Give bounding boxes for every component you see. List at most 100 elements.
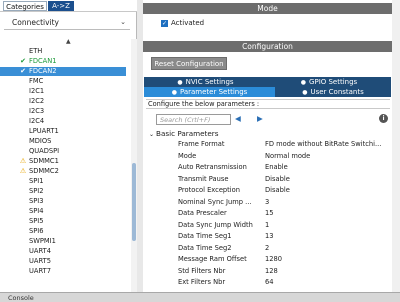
parameter-name: Ext Filters Nbr xyxy=(178,278,226,286)
peripheral-list-scrollbar[interactable] xyxy=(131,39,137,292)
parameter-value[interactable]: 15 xyxy=(265,209,390,217)
peripheral-item[interactable]: ✔ FDCAN1 xyxy=(0,57,126,66)
tab-atoz[interactable]: A->Z xyxy=(48,1,74,11)
parameter-value[interactable]: Disable xyxy=(265,175,390,183)
peripheral-item[interactable]: UART7 xyxy=(0,267,126,276)
parameter-value[interactable]: Normal mode xyxy=(265,152,390,160)
parameter-value[interactable]: 3 xyxy=(265,198,390,206)
peripheral-item[interactable]: SPI2 xyxy=(0,187,126,196)
console-tab[interactable]: Console xyxy=(8,294,34,302)
info-icon[interactable]: i xyxy=(379,114,388,123)
peripheral-label: UART5 xyxy=(29,257,51,265)
search-next-icon[interactable]: ▶ xyxy=(257,114,263,123)
parameter-value[interactable]: FD mode without BitRate Switchi... xyxy=(265,140,390,148)
parameter-row[interactable]: Ext Filters Nbr 64 xyxy=(143,277,392,288)
peripheral-label: UART7 xyxy=(29,267,51,275)
configuration-panel: Mode ✓ Activated Configuration Reset Con… xyxy=(143,0,392,292)
peripheral-item[interactable]: SPI1 xyxy=(0,177,126,186)
warning-icon: ⚠ xyxy=(19,167,27,175)
peripheral-label: I2C1 xyxy=(29,87,45,95)
peripheral-item[interactable]: ✔ FDCAN2 xyxy=(0,67,126,76)
configuration-section-header: Configuration xyxy=(143,41,392,52)
peripheral-item[interactable]: SWPMI1 xyxy=(0,237,126,246)
peripheral-label: SPI1 xyxy=(29,177,44,185)
parameter-name: Data Time Seg1 xyxy=(178,232,232,240)
parameter-row[interactable]: Nominal Sync Jump ... 3 xyxy=(143,197,392,208)
mode-section-header: Mode xyxy=(143,3,392,14)
parameter-name: Data Time Seg2 xyxy=(178,243,232,252)
parameter-name: Transmit Pause xyxy=(178,174,229,183)
peripheral-label: SWPMI1 xyxy=(29,237,56,245)
parameter-value[interactable]: 1280 xyxy=(265,255,390,263)
peripheral-item[interactable]: SPI4 xyxy=(0,207,126,216)
chevron-down-icon: ⌄ xyxy=(120,18,126,26)
peripheral-label: FDCAN2 xyxy=(29,67,57,75)
peripheral-item[interactable]: UART5 xyxy=(0,257,126,266)
peripheral-label: FDCAN1 xyxy=(29,57,57,65)
scrollbar-thumb[interactable] xyxy=(132,163,136,241)
peripheral-item[interactable]: LPUART1 xyxy=(0,127,126,136)
parameter-row[interactable]: Data Time Seg1 13 xyxy=(143,231,392,242)
parameter-value[interactable]: 2 xyxy=(265,244,390,252)
peripheral-label: UART4 xyxy=(29,247,51,255)
peripheral-label: ETH xyxy=(29,47,43,55)
parameter-value[interactable]: Enable xyxy=(265,163,390,171)
peripheral-item[interactable]: FMC xyxy=(0,77,126,86)
parameter-row[interactable]: Message Ram Offset 1280 xyxy=(143,254,392,265)
peripheral-label: LPUART1 xyxy=(29,127,59,135)
peripheral-item[interactable]: SPI3 xyxy=(0,197,126,206)
reset-configuration-button[interactable]: Reset Configuration xyxy=(151,57,227,70)
tab-gpio-settings[interactable]: ● GPIO Settings xyxy=(267,77,391,87)
parameter-value[interactable]: 13 xyxy=(265,232,390,240)
peripheral-item[interactable]: I2C4 xyxy=(0,117,126,126)
tab-gpio-label: GPIO Settings xyxy=(309,78,358,86)
tab-user-constants-label: User Constants xyxy=(310,88,364,96)
parameter-name: Data Sync Jump Width xyxy=(178,220,253,229)
parameter-value[interactable]: 128 xyxy=(265,267,390,275)
parameter-name: Message Ram Offset xyxy=(178,255,247,263)
tab-categories[interactable]: Categories xyxy=(3,1,47,11)
peripheral-item[interactable]: I2C2 xyxy=(0,97,126,106)
parameter-search-input[interactable]: Search (Crtl+F) xyxy=(156,114,231,125)
tab-nvic-settings[interactable]: ● NVIC Settings xyxy=(144,77,267,87)
parameter-row[interactable]: Mode Normal mode xyxy=(143,151,392,162)
category-dropdown[interactable]: Connectivity ⌄ xyxy=(4,16,130,30)
peripheral-item[interactable]: ⚠ SDMMC2 xyxy=(0,167,126,176)
parameter-row[interactable]: Auto Retransmission Enable xyxy=(143,162,392,173)
tab-parameter-settings[interactable]: ● Parameter Settings xyxy=(144,87,275,97)
peripheral-label: SPI6 xyxy=(29,227,44,235)
parameter-value[interactable]: 1 xyxy=(265,221,390,229)
configuration-scrollbar[interactable] xyxy=(392,0,400,292)
parameter-name: Mode xyxy=(178,151,197,160)
parameter-name: Frame Format xyxy=(178,140,225,148)
search-previous-icon[interactable]: ◀ xyxy=(235,114,241,123)
peripheral-label: I2C2 xyxy=(29,97,45,105)
console-bar: Console xyxy=(0,292,400,302)
peripheral-label: SPI3 xyxy=(29,197,44,205)
peripheral-item[interactable]: SPI6 xyxy=(0,227,126,236)
check-icon: ✔ xyxy=(20,57,26,65)
parameter-row[interactable]: Data Time Seg2 2 xyxy=(143,243,392,254)
peripheral-item[interactable]: I2C1 xyxy=(0,87,126,96)
parameter-row[interactable]: Transmit Pause Disable xyxy=(143,174,392,185)
parameter-row[interactable]: Data Prescaler 15 xyxy=(143,208,392,219)
peripheral-item[interactable]: ETH xyxy=(0,47,126,56)
peripheral-item[interactable]: SPI5 xyxy=(0,217,126,226)
peripheral-item[interactable]: I2C3 xyxy=(0,107,126,116)
peripheral-item[interactable]: MDIOS xyxy=(0,137,126,146)
parameter-row[interactable]: Protocol Exception Disable xyxy=(143,185,392,196)
parameter-value[interactable]: 64 xyxy=(265,278,390,286)
warning-icon: ⚠ xyxy=(19,157,27,165)
parameter-row[interactable]: Data Sync Jump Width 1 xyxy=(143,220,392,231)
parameter-row[interactable]: Frame Format FD mode without BitRate Swit… xyxy=(143,139,392,150)
parameter-row[interactable]: Std Filters Nbr 128 xyxy=(143,266,392,277)
peripheral-label: FMC xyxy=(29,77,44,85)
checkmark-icon: ✓ xyxy=(161,20,168,27)
parameter-value[interactable]: Disable xyxy=(265,186,390,194)
basic-parameters-group[interactable]: ⌄ Basic Parameters xyxy=(149,129,218,138)
tab-user-constants[interactable]: ● User Constants xyxy=(275,87,391,97)
peripheral-item[interactable]: QUADSPI xyxy=(0,147,126,156)
peripheral-item[interactable]: UART4 xyxy=(0,247,126,256)
peripheral-item[interactable]: ⚠ SDMMC1 xyxy=(0,157,126,166)
activated-label: Activated xyxy=(171,19,205,27)
